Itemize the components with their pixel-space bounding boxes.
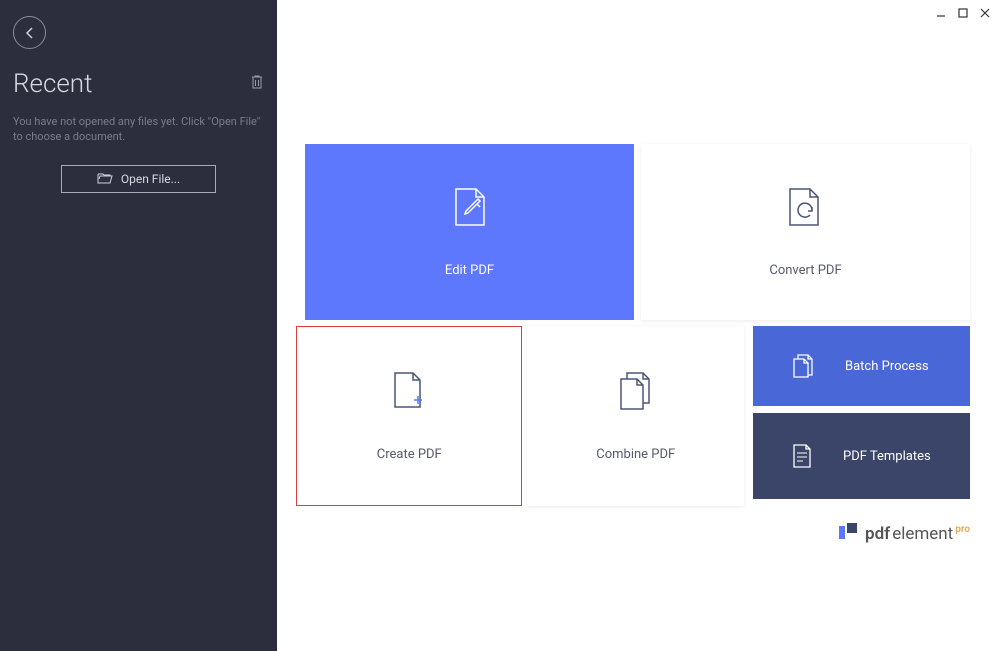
batch-process-card[interactable]: Batch Process [753,326,970,406]
recent-header: Recent [13,69,264,99]
combine-pdf-label: Combine PDF [596,447,675,462]
close-button[interactable] [978,6,992,20]
chevron-left-icon [24,26,36,40]
logo-mark-icon [839,523,857,539]
create-pdf-icon [391,371,427,411]
logo-prefix: pdf [865,524,890,544]
combine-pdf-icon [616,371,656,411]
brand-logo: pdfelement pro [839,523,970,544]
logo-badge: pro [955,524,970,535]
folder-open-icon [97,172,113,185]
edit-pdf-card[interactable]: Edit PDF [305,144,634,320]
minimize-icon [936,8,946,18]
minimize-button[interactable] [934,6,948,20]
close-icon [980,8,990,18]
batch-process-icon [791,353,815,379]
window-controls [934,6,992,20]
back-button[interactable] [13,16,46,49]
convert-pdf-icon [786,187,826,227]
maximize-icon [958,8,968,18]
pdf-templates-label: PDF Templates [843,449,931,464]
batch-process-label: Batch Process [845,359,929,374]
trash-button[interactable] [250,74,264,94]
convert-pdf-label: Convert PDF [769,263,841,278]
main-area: Edit PDF Convert PDF [277,0,1000,651]
edit-pdf-icon [452,187,488,227]
trash-icon [250,74,264,90]
pdf-templates-card[interactable]: PDF Templates [753,413,970,499]
create-pdf-label: Create PDF [377,447,442,462]
open-file-label: Open File... [121,172,180,186]
logo-suffix: element [892,524,953,544]
combine-pdf-card[interactable]: Combine PDF [527,326,744,506]
open-file-button[interactable]: Open File... [61,165,216,193]
create-pdf-card[interactable]: Create PDF [296,326,522,506]
maximize-button[interactable] [956,6,970,20]
convert-pdf-card[interactable]: Convert PDF [641,144,970,320]
sidebar: Recent You have not opened any files yet… [0,0,277,651]
action-cards: Edit PDF Convert PDF [305,144,970,506]
recent-title: Recent [13,69,92,99]
pdf-templates-icon [791,443,813,469]
recent-empty-message: You have not opened any files yet. Click… [13,114,264,145]
edit-pdf-label: Edit PDF [445,263,494,278]
